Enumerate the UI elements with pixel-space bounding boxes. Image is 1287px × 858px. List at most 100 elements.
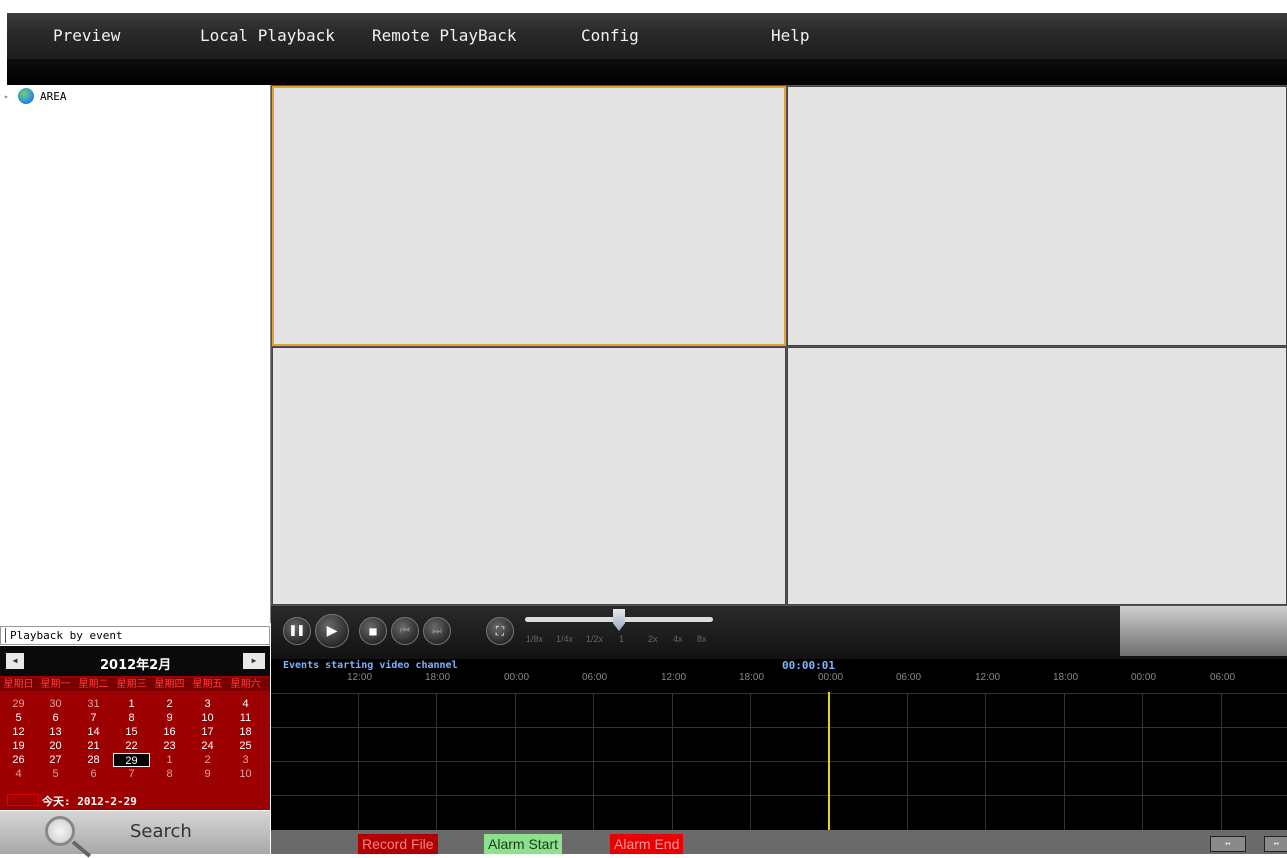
timeline-grid-line	[593, 694, 594, 830]
calendar-day[interactable]: 3	[189, 697, 226, 711]
zoom-in-button[interactable]: ↔	[1210, 836, 1246, 852]
calendar-day[interactable]: 31	[75, 697, 112, 711]
calendar-day[interactable]: 6	[37, 711, 74, 725]
timeline-tick-label: 00:00	[1131, 672, 1157, 683]
calendar-day[interactable]: 14	[75, 725, 112, 739]
calendar-day[interactable]: 12	[0, 725, 37, 739]
calendar-day[interactable]: 8	[113, 711, 150, 725]
step-back-icon[interactable]: ⏮	[391, 617, 419, 645]
weekday-header: 星期五	[192, 679, 223, 690]
chevron-right-icon[interactable]: ▶	[243, 653, 265, 669]
timeline-grid-line	[672, 694, 673, 830]
calendar-day[interactable]: 29	[0, 697, 37, 711]
timeline-grid-line	[515, 694, 516, 830]
speed-label: 1/4x	[556, 634, 574, 644]
speed-label: 1	[619, 634, 625, 644]
calendar-day[interactable]: 1	[113, 697, 150, 711]
menu-local-playback[interactable]: Local Playback	[200, 13, 335, 59]
calendar-day[interactable]: 15	[113, 725, 150, 739]
calendar-day[interactable]: 1	[151, 753, 188, 767]
timeline-tick-label: 18:00	[425, 672, 451, 683]
globe-icon	[18, 88, 34, 104]
timeline-tick-label: 12:00	[661, 672, 687, 683]
timeline-tick-label: 12:00	[975, 672, 1001, 683]
chevron-left-icon[interactable]: ◀	[6, 653, 24, 669]
legend-record-file: Record File	[358, 834, 438, 854]
calendar-day[interactable]: 24	[189, 739, 226, 753]
speed-label: 4x	[673, 634, 683, 644]
today-marker	[7, 794, 39, 806]
calendar-day[interactable]: 10	[227, 767, 264, 781]
expand-arrow-icon[interactable]: ▸	[4, 92, 9, 101]
calendar-day[interactable]: 11	[227, 711, 264, 725]
play-icon[interactable]: ▶	[315, 614, 349, 648]
timeline-tick-label: 06:00	[1210, 672, 1236, 683]
calendar-day[interactable]: 4	[227, 697, 264, 711]
calendar-day[interactable]: 9	[151, 711, 188, 725]
zoom-out-button[interactable]: ↔	[1264, 836, 1287, 852]
calendar-day[interactable]: 5	[37, 767, 74, 781]
calendar-day[interactable]: 7	[113, 767, 150, 781]
calendar-day[interactable]: 17	[189, 725, 226, 739]
menu-underbar	[7, 59, 1287, 85]
weekday-header: 星期二	[78, 679, 109, 690]
calendar-day[interactable]: 5	[0, 711, 37, 725]
today-label[interactable]: 今天: 2012-2-29	[42, 793, 137, 809]
calendar-day[interactable]: 29	[113, 753, 150, 767]
calendar-day[interactable]: 2	[189, 753, 226, 767]
calendar-day[interactable]: 23	[151, 739, 188, 753]
search-label: Search	[130, 821, 192, 842]
timeline-grid-line	[907, 694, 908, 830]
calendar-day[interactable]: 6	[75, 767, 112, 781]
pause-icon[interactable]: ❚❚	[283, 617, 311, 645]
step-forward-icon[interactable]: ⏭	[423, 617, 451, 645]
events-label: Events starting video channel	[283, 660, 458, 671]
timeline-grid-line	[750, 694, 751, 830]
calendar-day[interactable]: 27	[37, 753, 74, 767]
timeline[interactable]	[271, 659, 1287, 830]
timeline-grid-line	[358, 694, 359, 830]
calendar-day[interactable]: 9	[189, 767, 226, 781]
fullscreen-icon[interactable]: ⛶	[486, 617, 514, 645]
timeline-tick-label: 18:00	[739, 672, 765, 683]
menu-help[interactable]: Help	[771, 13, 810, 59]
calendar-day[interactable]: 16	[151, 725, 188, 739]
calendar-day[interactable]: 30	[37, 697, 74, 711]
calendar-day[interactable]: 22	[113, 739, 150, 753]
video-pane-4[interactable]	[787, 347, 1287, 605]
timeline-grid-line	[985, 694, 986, 830]
video-pane-3[interactable]	[272, 347, 786, 605]
calendar-day[interactable]: 3	[227, 753, 264, 767]
timeline-cursor[interactable]	[828, 692, 830, 830]
calendar-day[interactable]: 2	[151, 697, 188, 711]
magnifier-icon	[45, 816, 75, 846]
menu-preview[interactable]: Preview	[53, 13, 120, 59]
timeline-tick-label: 00:00	[504, 672, 530, 683]
tree-item-area[interactable]: AREA	[40, 90, 67, 103]
calendar-day[interactable]: 10	[189, 711, 226, 725]
timeline-row-line	[271, 761, 1287, 762]
weekday-header: 星期一	[40, 679, 71, 690]
calendar-day[interactable]: 19	[0, 739, 37, 753]
calendar-day[interactable]: 8	[151, 767, 188, 781]
timeline-grid-line	[1221, 694, 1222, 830]
calendar-day[interactable]: 7	[75, 711, 112, 725]
weekday-header: 星期四	[154, 679, 185, 690]
calendar-day[interactable]: 4	[0, 767, 37, 781]
menu-remote-playback[interactable]: Remote PlayBack	[372, 13, 517, 59]
calendar-day[interactable]: 21	[75, 739, 112, 753]
menu-config[interactable]: Config	[581, 13, 639, 59]
calendar-day[interactable]: 18	[227, 725, 264, 739]
video-pane-1[interactable]	[272, 86, 786, 346]
calendar-day[interactable]: 25	[227, 739, 264, 753]
stop-icon[interactable]: ■	[359, 617, 387, 645]
calendar-day[interactable]: 13	[37, 725, 74, 739]
video-pane-2[interactable]	[787, 86, 1287, 346]
speed-label: 1/8x	[526, 634, 544, 644]
speed-label: 2x	[648, 634, 658, 644]
playback-by-event-label: Playback by event	[10, 629, 123, 642]
calendar-day[interactable]: 26	[0, 753, 37, 767]
calendar-day[interactable]: 28	[75, 753, 112, 767]
checkbox-marker	[5, 628, 6, 643]
calendar-day[interactable]: 20	[37, 739, 74, 753]
